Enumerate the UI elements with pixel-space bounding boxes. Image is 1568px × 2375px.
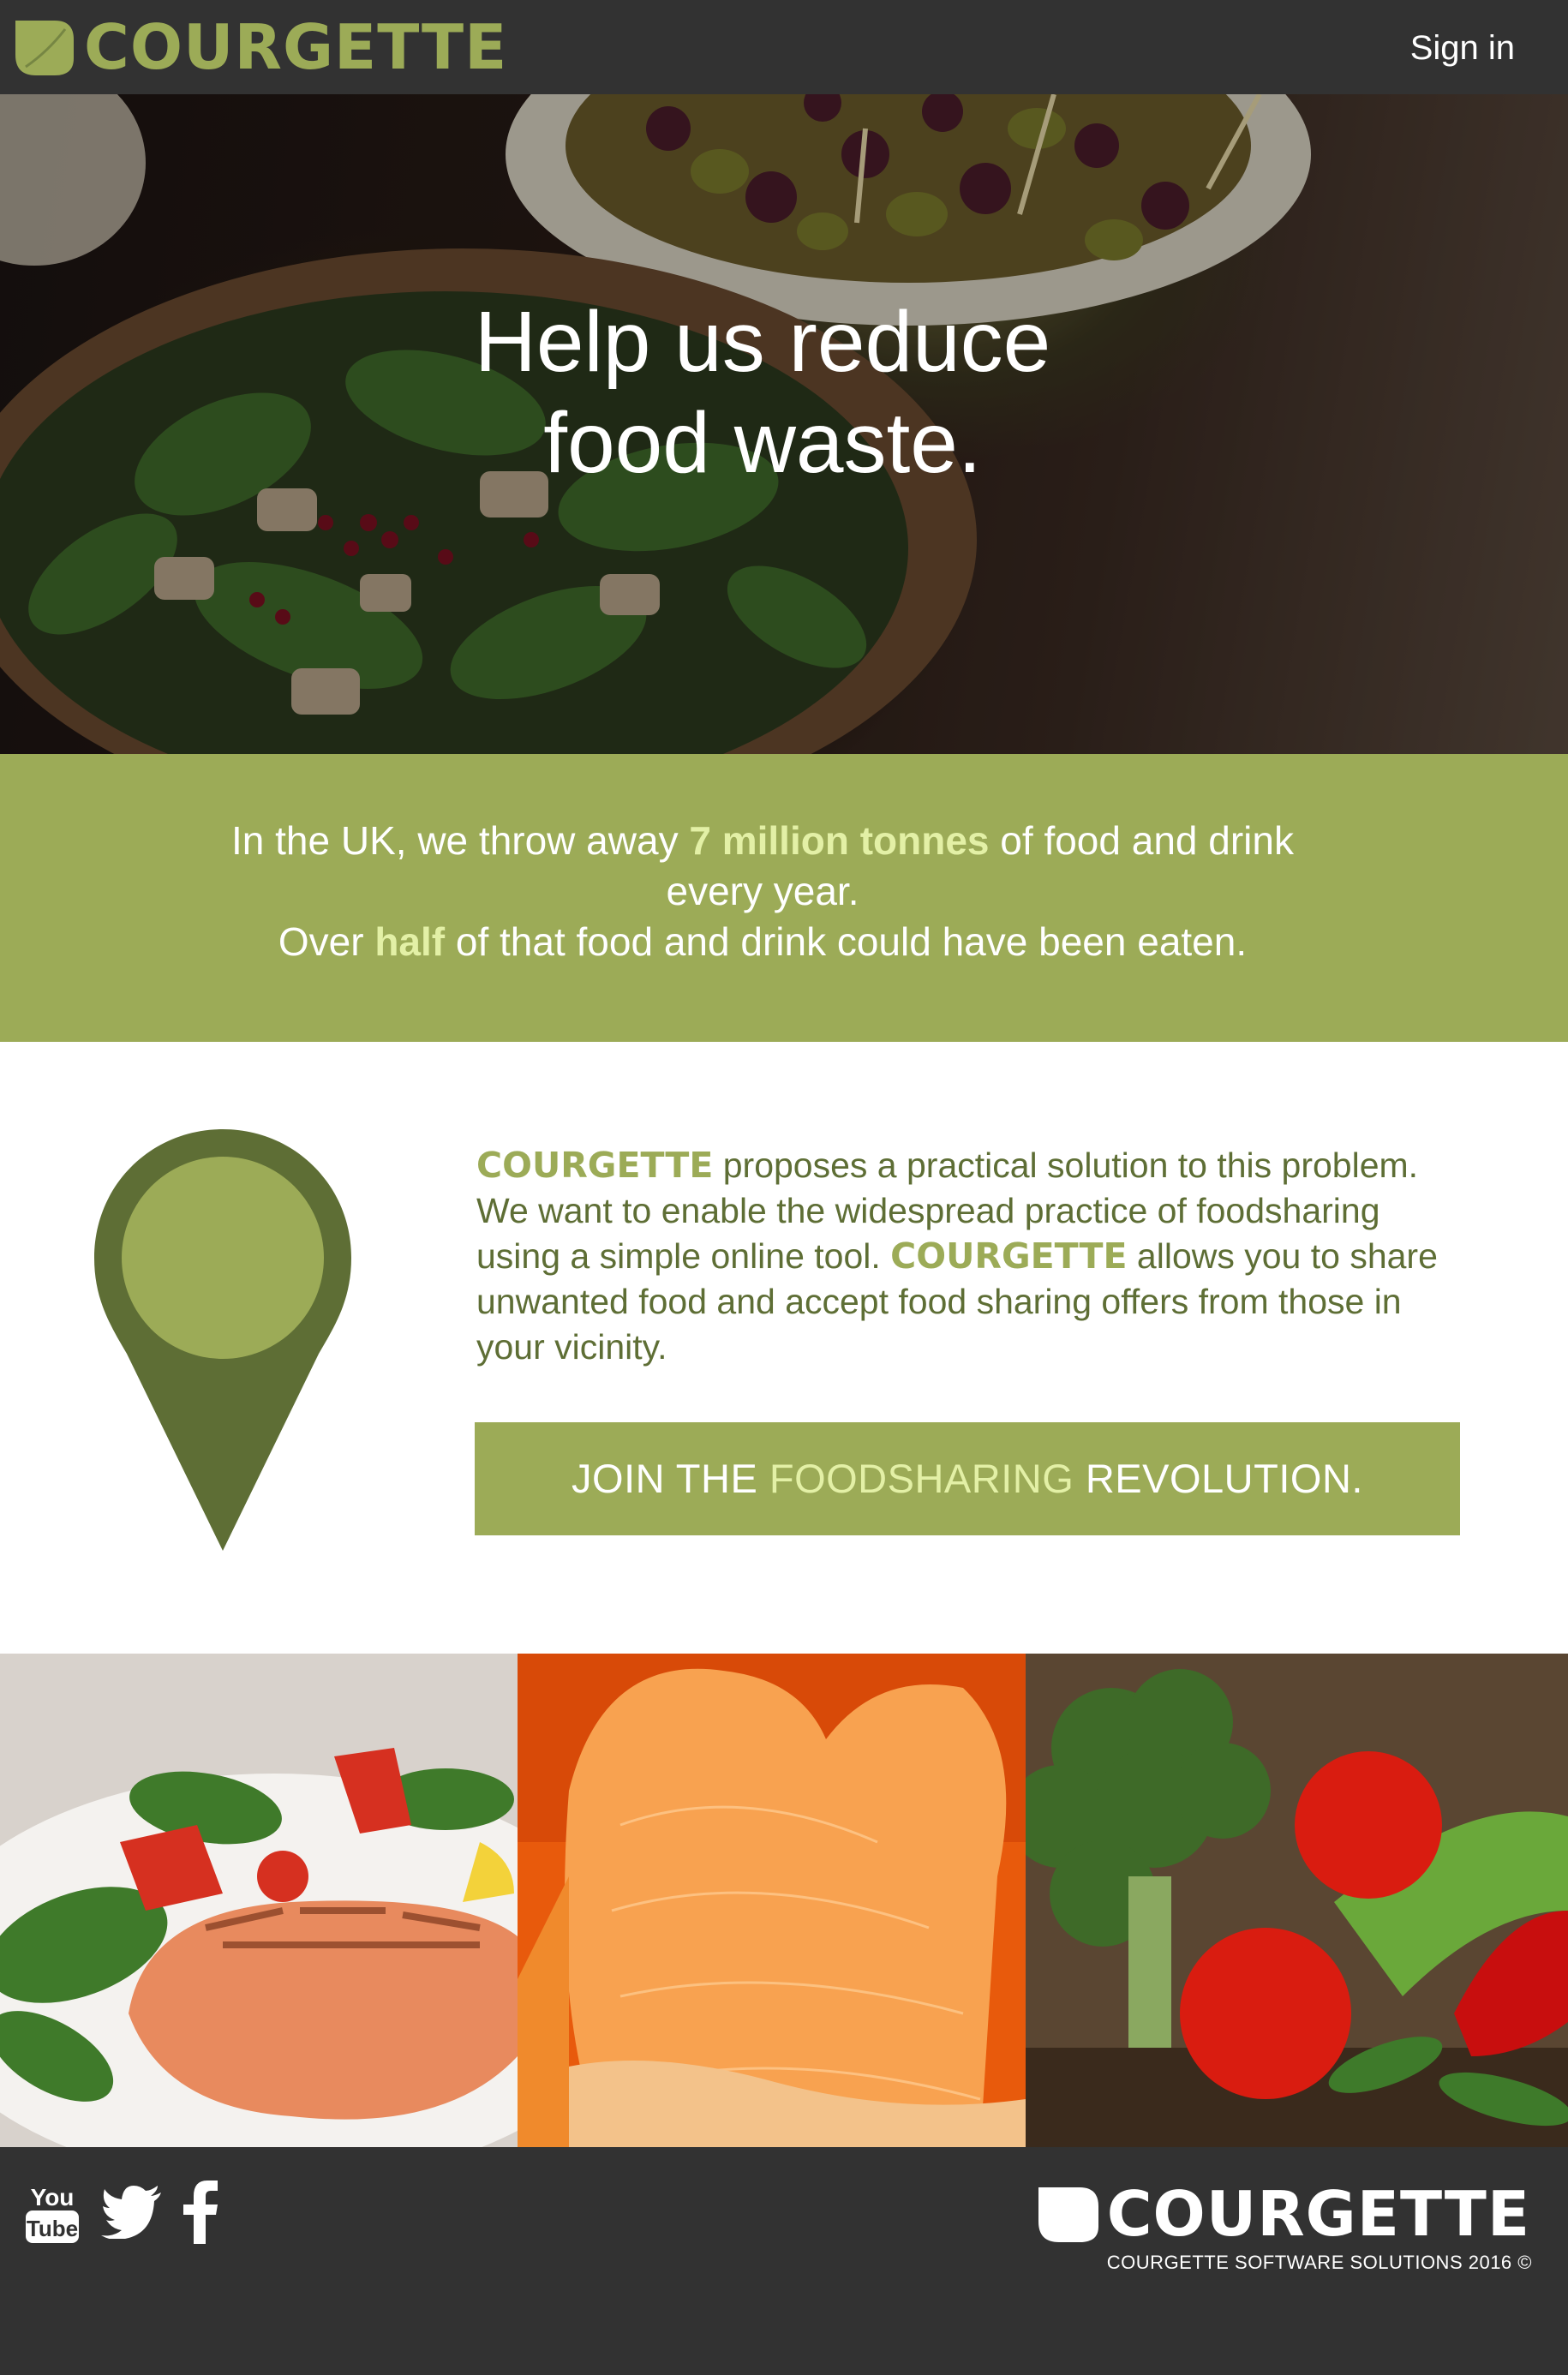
orange-segment-photo (518, 1654, 1026, 2147)
stats-highlight-tonnes: 7 million tonnes (689, 818, 990, 863)
footer: You Tube COURGETTE COURGETTE SOFTWARE SO… (0, 2147, 1568, 2375)
map-pin-icon (93, 1128, 353, 1556)
hero-banner: Help us reduce food waste. (0, 94, 1568, 754)
stats-text: In the UK, we throw away 7 million tonne… (214, 816, 1311, 967)
stats-highlight-half: half (374, 919, 446, 964)
youtube-label-bottom: Tube (27, 2216, 78, 2241)
youtube-label-top: You (31, 2184, 75, 2210)
cta-pre: JOIN THE (572, 1456, 769, 1501)
cta-post: REVOLUTION. (1074, 1456, 1363, 1501)
courgette-logo-icon (1037, 2184, 1100, 2244)
stats-line-1-pre: In the UK, we throw away (231, 818, 690, 863)
stats-line-2-post: of that food and drink could have been e… (445, 919, 1248, 964)
social-links: You Tube (24, 2180, 238, 2249)
brand-logo[interactable]: COURGETTE (14, 15, 507, 79)
intro-section: COURGETTE proposes a practical solution … (0, 1042, 1568, 1654)
youtube-icon[interactable]: You Tube (24, 2180, 81, 2249)
footer-brand-logo[interactable]: COURGETTE (1037, 2181, 1530, 2246)
intro-brand-1: COURGETTE (476, 1145, 714, 1186)
stats-band: In the UK, we throw away 7 million tonne… (0, 754, 1568, 1042)
intro-brand-2: COURGETTE (890, 1235, 1128, 1277)
salmon-salad-photo (0, 1654, 518, 2147)
brand-wordmark: COURGETTE (84, 11, 508, 83)
photo-strip (0, 1654, 1568, 2147)
intro-paragraph: COURGETTE proposes a practical solution … (476, 1143, 1445, 1370)
sign-in-link[interactable]: Sign in (1410, 24, 1515, 72)
join-revolution-button[interactable]: JOIN THE FOODSHARING REVOLUTION. (475, 1422, 1460, 1535)
hero-title-line-1: Help us reduce (474, 294, 1051, 390)
hero-title-line-2: food waste. (543, 395, 982, 491)
copyright-text: COURGETTE SOFTWARE SOLUTIONS 2016 © (1106, 2252, 1532, 2273)
courgette-logo-icon (14, 17, 75, 77)
hero-title: Help us reduce food waste. (0, 291, 1525, 494)
twitter-icon[interactable] (101, 2186, 163, 2243)
stats-line-2-pre: Over (278, 919, 375, 964)
facebook-icon[interactable] (183, 2181, 218, 2248)
vegetables-photo (1026, 1654, 1568, 2147)
top-nav-bar: COURGETTE Sign in (0, 0, 1568, 94)
footer-brand-wordmark: COURGETTE (1106, 2178, 1530, 2250)
cta-highlight: FOODSHARING (769, 1456, 1074, 1501)
